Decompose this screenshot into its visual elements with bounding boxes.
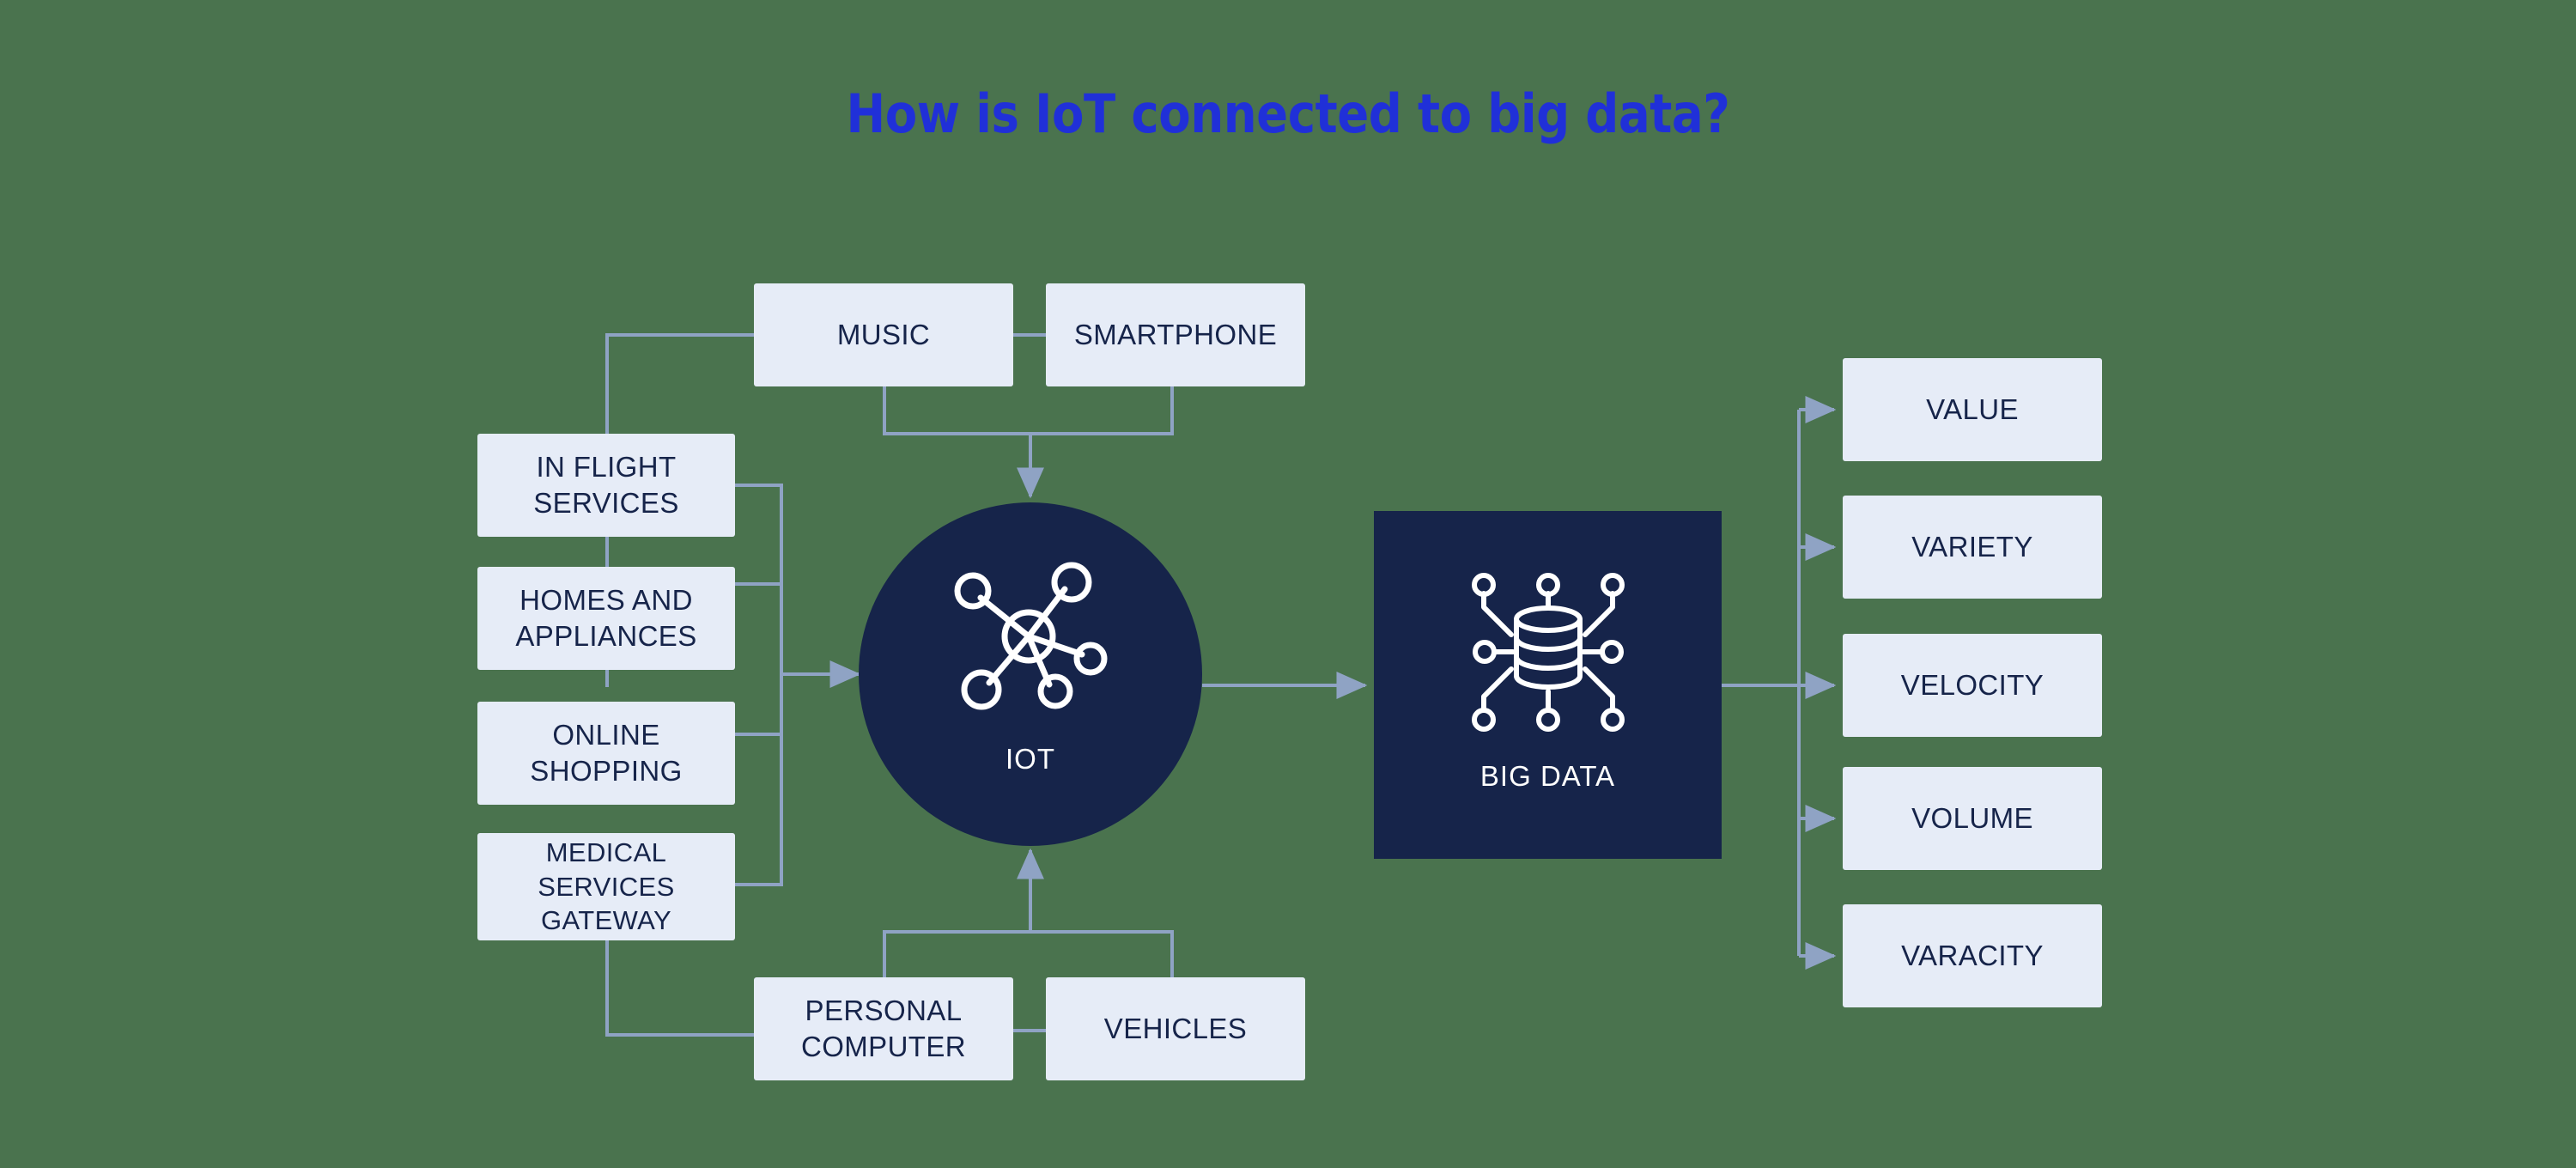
output-label: VELOCITY [1900, 668, 2044, 701]
iot-network-icon [954, 562, 1108, 710]
output-label: VALUE [1926, 392, 2019, 425]
source-label: IN FLIGHT SERVICES [533, 450, 679, 519]
source-label: HOMES AND APPLIANCES [515, 583, 697, 652]
output-box-varacity[interactable]: VARACITY [1843, 904, 2102, 1007]
output-box-variety[interactable]: VARIETY [1843, 496, 2102, 599]
database-network-icon [1471, 572, 1625, 732]
source-label: VEHICLES [1103, 1012, 1248, 1044]
source-label: SMARTPHONE [1073, 318, 1278, 350]
output-box-velocity[interactable]: VELOCITY [1843, 634, 2102, 737]
output-label: VARACITY [1901, 939, 2044, 971]
hub-label: BIG DATA [1479, 759, 1616, 792]
diagram-canvas: How is IoT connected to big data? MUSIC … [0, 0, 2576, 1168]
source-box-personal-computer[interactable]: PERSONAL COMPUTER [754, 977, 1013, 1080]
source-box-vehicles[interactable]: VEHICLES [1046, 977, 1305, 1080]
source-box-medical-services-gateway[interactable]: MEDICAL SERVICES GATEWAY [477, 833, 735, 940]
source-box-smartphone[interactable]: SMARTPHONE [1046, 283, 1305, 386]
output-label: VARIETY [1911, 530, 2033, 563]
output-label: VOLUME [1911, 801, 2033, 834]
source-label: ONLINE SHOPPING [530, 718, 683, 787]
source-box-music[interactable]: MUSIC [754, 283, 1013, 386]
hub-iot[interactable]: IOT [859, 502, 1202, 846]
hub-label: IOT [1005, 743, 1055, 775]
source-box-in-flight-services[interactable]: IN FLIGHT SERVICES [477, 434, 735, 537]
page-title: How is IoT connected to big data? [846, 82, 1730, 145]
source-box-online-shopping[interactable]: ONLINE SHOPPING [477, 702, 735, 805]
source-box-homes-and-appliances[interactable]: HOMES AND APPLIANCES [477, 567, 735, 670]
source-label: PERSONAL COMPUTER [800, 994, 967, 1062]
source-label: MUSIC [836, 318, 931, 350]
hub-big-data[interactable]: BIG DATA [1374, 511, 1722, 859]
output-box-volume[interactable]: VOLUME [1843, 767, 2102, 870]
output-box-value[interactable]: VALUE [1843, 358, 2102, 461]
source-label: MEDICAL SERVICES GATEWAY [538, 836, 675, 936]
